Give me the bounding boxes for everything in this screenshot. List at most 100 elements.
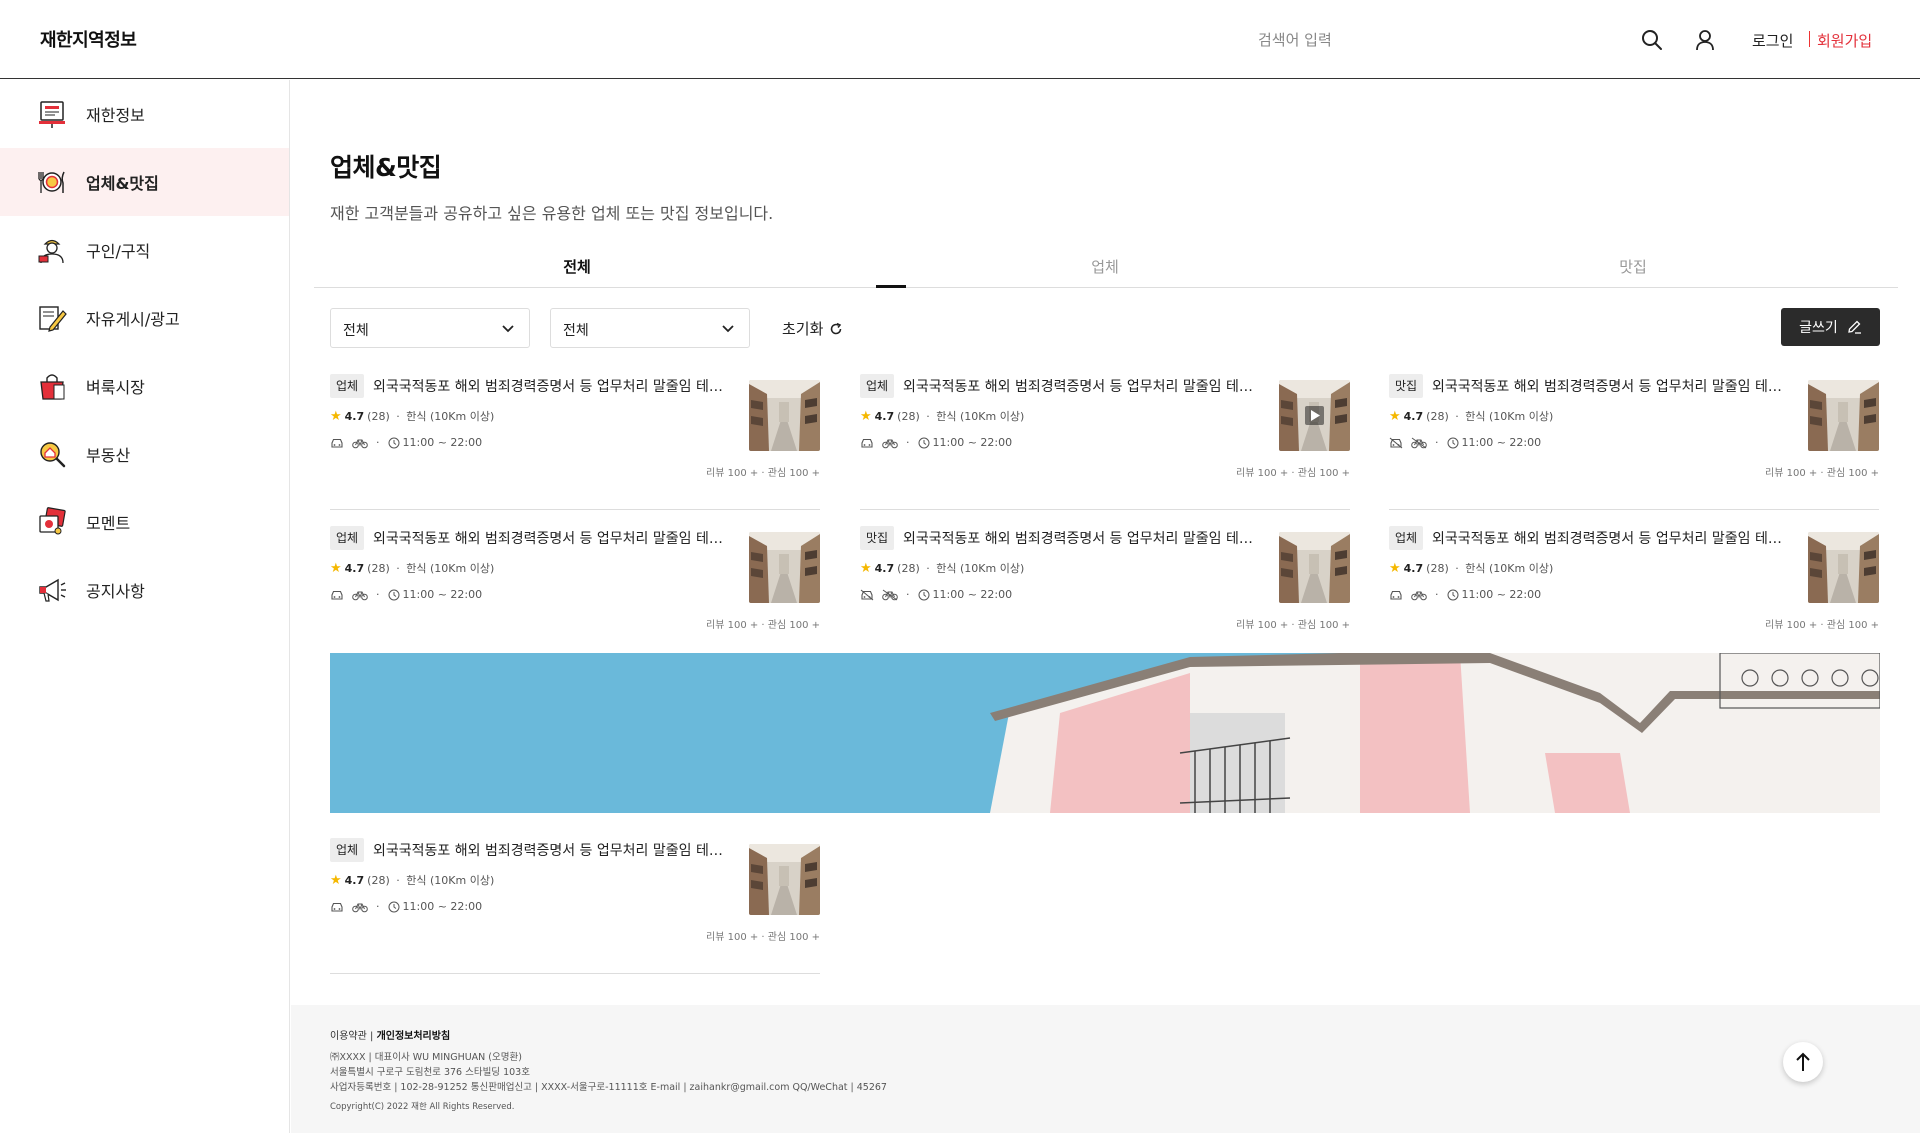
copyright: Copyright(C) 2022 재한 All Rights Reserved… [330, 1102, 515, 1112]
promo-banner[interactable] [330, 653, 1880, 813]
star-icon: ★ [330, 408, 342, 424]
food-category: 한식 (10Km 이상) [406, 874, 495, 887]
meta-separator: · [1435, 588, 1439, 601]
list-item[interactable]: 맛집 외국국적동포 해외 범죄경력증명서 등 업무처리 말줄임 테스트 ★ 4.… [860, 526, 1350, 662]
banner-image [330, 653, 1880, 813]
business-hours: 11:00 ~ 22:00 [402, 588, 483, 601]
business-hours: 11:00 ~ 22:00 [1461, 588, 1542, 601]
card-thumbnail[interactable] [1279, 532, 1350, 603]
food-category: 한식 (10Km 이상) [406, 562, 495, 575]
filter-select-1[interactable]: 전체 [330, 308, 530, 348]
clock-icon [388, 901, 399, 912]
card-title[interactable]: 외국국적동포 해외 범죄경력증명서 등 업무처리 말줄임 테스트 [1432, 376, 1792, 396]
sidebar-item-label: 벼룩시장 [86, 378, 145, 397]
sidebar-item-flea-market[interactable]: 벼룩시장 [0, 352, 289, 420]
card-title[interactable]: 외국국적동포 해외 범죄경력증명서 등 업무처리 말줄임 테스트 [373, 528, 733, 548]
footer-links: 이용약관 | 개인정보처리방침 [330, 1027, 450, 1042]
card-thumbnail[interactable] [749, 844, 820, 915]
card-thumbnail[interactable] [749, 380, 820, 451]
card-meta: ★ 4.7 (28) · 한식 (10Km 이상) [330, 408, 494, 424]
tab-restaurant[interactable]: 맛집 [1573, 256, 1693, 277]
list-item[interactable]: 업체 외국국적동포 해외 범죄경력증명서 등 업무처리 말줄임 테스트 ★ 4.… [860, 374, 1350, 510]
filter-select-2[interactable]: 전체 [550, 308, 750, 348]
card-info: · 11:00 ~ 22:00 [330, 900, 482, 913]
rating-value: 4.7 [1403, 409, 1424, 423]
meta-separator: · [922, 561, 934, 575]
card-thumbnail[interactable] [749, 532, 820, 603]
card-title[interactable]: 외국국적동포 해외 범죄경력증명서 등 업무처리 말줄임 테스트 [903, 528, 1263, 548]
card-thumbnail[interactable] [1808, 532, 1879, 603]
tab-all[interactable]: 전체 [517, 256, 637, 277]
meta-separator: · [376, 900, 380, 913]
meta-separator: · [906, 588, 910, 601]
sidebar-item-free-board[interactable]: 자유게시/광고 [0, 284, 289, 352]
food-category: 한식 (10Km 이상) [936, 562, 1025, 575]
star-icon: ★ [860, 408, 872, 424]
sidebar-item-real-estate[interactable]: 부동산 [0, 420, 289, 488]
write-button[interactable]: 글쓰기 [1781, 308, 1880, 346]
sidebar-item-jobs[interactable]: 구인/구직 [0, 216, 289, 284]
site-logo[interactable]: 재한지역정보 [40, 26, 137, 52]
category-tabs: 전체 업체 맛집 [314, 248, 1898, 288]
monitor-icon [39, 101, 65, 128]
card-title[interactable]: 외국국적동포 해외 범죄경력증명서 등 업무처리 말줄임 테스트 [1432, 528, 1792, 548]
sidebar-item-business-restaurant[interactable]: 업체&맛집 [0, 148, 289, 216]
list-item[interactable]: 업체 외국국적동포 해외 범죄경력증명서 등 업무처리 말줄임 테스트 ★ 4.… [330, 838, 820, 974]
card-title[interactable]: 외국국적동포 해외 범죄경력증명서 등 업무처리 말줄임 테스트 [373, 376, 733, 396]
business-hours: 11:00 ~ 22:00 [932, 588, 1013, 601]
meta-separator: · [392, 561, 404, 575]
no-bicycle-icon [1411, 437, 1427, 448]
rating-value: 4.7 [1403, 561, 1424, 575]
clock-icon [388, 437, 399, 448]
no-bicycle-icon [882, 589, 898, 600]
signup-link[interactable]: 회원가입 [1817, 30, 1872, 51]
rating-count: (28) [1426, 561, 1449, 575]
list-item[interactable]: 맛집 외국국적동포 해외 범죄경력증명서 등 업무처리 말줄임 테스트 ★ 4.… [1389, 374, 1879, 510]
list-item[interactable]: 업체 외국국적동포 해외 범죄경력증명서 등 업무처리 말줄임 테스트 ★ 4.… [330, 526, 820, 662]
card-stats: 리뷰 100 + · 관심 100 + [706, 620, 820, 631]
car-icon [331, 438, 343, 448]
business-hours: 11:00 ~ 22:00 [402, 900, 483, 913]
bicycle-icon [1411, 591, 1427, 600]
search-icon[interactable] [1640, 28, 1664, 52]
meta-separator: · [1435, 436, 1439, 449]
active-tab-indicator [876, 285, 906, 288]
category-badge: 맛집 [1389, 374, 1424, 398]
card-stats: 리뷰 100 + · 관심 100 + [1765, 468, 1879, 479]
card-thumbnail[interactable] [1808, 380, 1879, 451]
search-input[interactable] [1258, 26, 1538, 54]
sidebar-item-korea-info[interactable]: 재한정보 [0, 80, 289, 148]
sidebar-item-notice[interactable]: 공지사항 [0, 556, 289, 624]
note-pencil-icon [39, 306, 67, 332]
pencil-icon [1848, 320, 1861, 334]
list-item[interactable]: 업체 외국국적동포 해외 범죄경력증명서 등 업무처리 말줄임 테스트 ★ 4.… [330, 374, 820, 510]
reset-button[interactable]: 초기화 [782, 318, 843, 339]
refresh-icon [831, 322, 842, 334]
tab-business[interactable]: 업체 [1045, 256, 1165, 277]
list-item[interactable]: 업체 외국국적동포 해외 범죄경력증명서 등 업무처리 말줄임 테스트 ★ 4.… [1389, 526, 1879, 662]
top-header: 재한지역정보 로그인 회원가입 [0, 0, 1920, 79]
privacy-link[interactable]: 개인정보처리방침 [377, 1031, 451, 1042]
scroll-top-button[interactable] [1783, 1042, 1823, 1082]
login-link[interactable]: 로그인 [1752, 30, 1793, 51]
card-title[interactable]: 외국국적동포 해외 범죄경력증명서 등 업무처리 말줄임 테스트 [903, 376, 1263, 396]
category-badge: 업체 [330, 838, 365, 862]
terms-link[interactable]: 이용약관 [330, 1031, 367, 1042]
sidebar-item-moment[interactable]: 모멘트 [0, 488, 289, 556]
meta-separator: · [392, 409, 404, 423]
card-stats: 리뷰 100 + · 관심 100 + [1236, 468, 1350, 479]
star-icon: ★ [330, 560, 342, 576]
user-icon[interactable] [1693, 28, 1717, 52]
card-title[interactable]: 외국국적동포 해외 범죄경력증명서 등 업무처리 말줄임 테스트 [373, 840, 733, 860]
card-meta: ★ 4.7 (28) · 한식 (10Km 이상) [860, 560, 1024, 576]
clock-icon [918, 589, 929, 600]
rating-value: 4.7 [344, 561, 365, 575]
card-thumbnail[interactable] [1279, 380, 1350, 451]
business-hours: 11:00 ~ 22:00 [1461, 436, 1542, 449]
bicycle-icon [352, 591, 368, 600]
clock-icon [1447, 589, 1458, 600]
card-info: · 11:00 ~ 22:00 [860, 588, 1012, 601]
rating-value: 4.7 [344, 409, 365, 423]
rating-count: (28) [897, 561, 920, 575]
card-meta: ★ 4.7 (28) · 한식 (10Km 이상) [1389, 408, 1553, 424]
